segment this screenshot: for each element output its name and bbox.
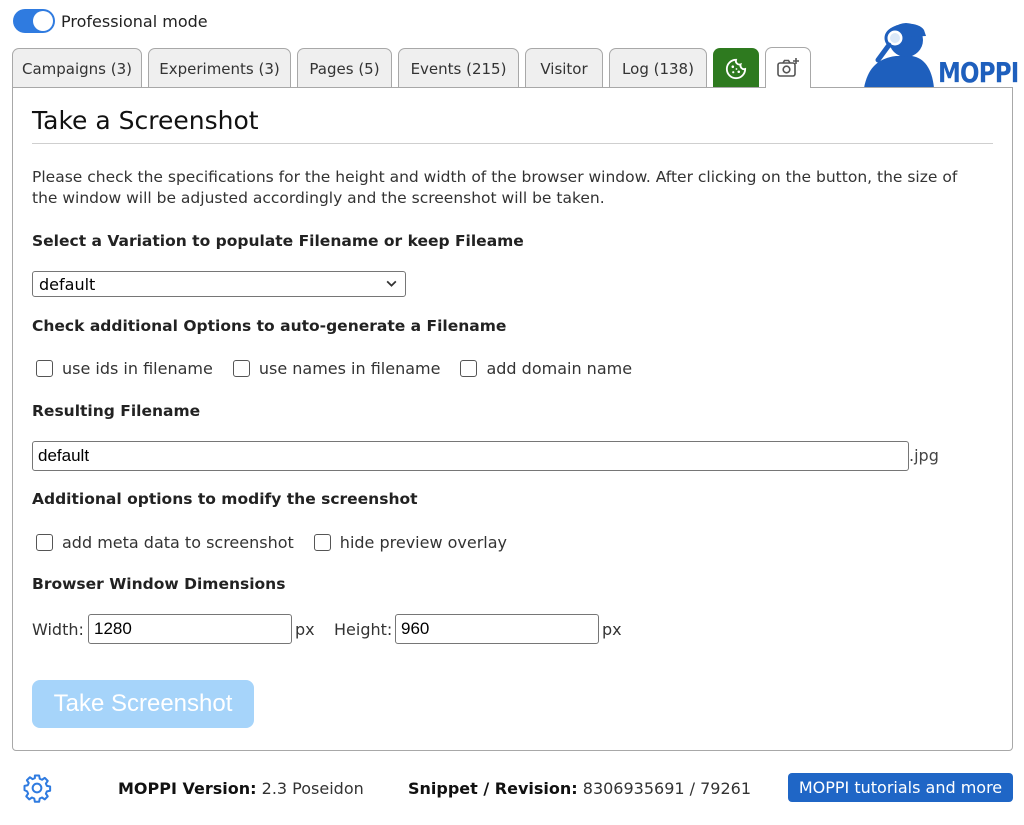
tab-log[interactable]: Log (138)	[609, 48, 707, 88]
page-title: Take a Screenshot	[32, 88, 993, 144]
version-label: MOPPI Version:	[118, 779, 257, 798]
cookie-icon	[725, 58, 747, 79]
modify-options: add meta data to screenshot hide preview…	[36, 533, 527, 552]
variation-label: Select a Variation to populate Filename …	[32, 232, 524, 250]
logo-wordmark: MOPPI	[938, 56, 1019, 89]
checkbox-use-names[interactable]	[232, 360, 250, 377]
tab-experiments[interactable]: Experiments (3)	[148, 48, 291, 88]
dimensions-label: Browser Window Dimensions	[32, 575, 286, 593]
toggle-knob	[33, 11, 53, 31]
moppi-logo: MOPPI	[860, 16, 1019, 89]
width-unit: px	[295, 620, 315, 639]
option-use-names[interactable]: use names in filename	[232, 359, 441, 378]
option-hide-overlay-label: hide preview overlay	[339, 533, 508, 552]
version-value: 2.3 Poseidon	[261, 779, 364, 798]
variation-selected-value: default	[39, 274, 96, 294]
height-unit: px	[602, 620, 622, 639]
tab-cookies[interactable]	[713, 48, 759, 88]
modify-label: Additional options to modify the screens…	[32, 490, 418, 508]
tab-campaigns[interactable]: Campaigns (3)	[12, 48, 142, 88]
width-input[interactable]: 1280	[88, 614, 292, 644]
professional-mode-toggle[interactable]: Professional mode	[13, 8, 208, 34]
option-use-ids-label: use ids in filename	[62, 359, 213, 378]
options-label: Check additional Options to auto-generat…	[32, 317, 507, 335]
filename-options: use ids in filename use names in filenam…	[36, 359, 652, 378]
option-domain-name-label: add domain name	[486, 359, 633, 378]
take-screenshot-button[interactable]: Take Screenshot	[32, 680, 254, 728]
filename-label: Resulting Filename	[32, 402, 201, 420]
toggle-switch[interactable]	[13, 9, 55, 33]
checkbox-meta-data[interactable]	[36, 534, 53, 551]
version-info: MOPPI Version: 2.3 Poseidon	[118, 779, 364, 798]
height-label: Height:	[334, 620, 393, 639]
option-use-ids[interactable]: use ids in filename	[36, 359, 213, 378]
variation-select[interactable]: default	[32, 271, 406, 297]
checkbox-domain-name[interactable]	[460, 360, 478, 377]
option-meta-data[interactable]: add meta data to screenshot	[36, 533, 294, 552]
filename-input[interactable]: default	[32, 441, 909, 471]
snippet-info: Snippet / Revision: 8306935691 / 79261	[408, 779, 751, 798]
option-use-names-label: use names in filename	[258, 359, 441, 378]
tab-pages[interactable]: Pages (5)	[297, 48, 392, 88]
height-input[interactable]: 960	[395, 614, 599, 644]
option-hide-overlay[interactable]: hide preview overlay	[313, 533, 508, 552]
checkbox-hide-overlay[interactable]	[313, 534, 331, 551]
tab-screenshot[interactable]	[765, 47, 811, 88]
chevron-down-icon	[385, 277, 398, 294]
width-label: Width:	[32, 620, 84, 639]
checkbox-use-ids[interactable]	[36, 360, 53, 377]
intro-text: Please check the specifications for the …	[32, 168, 958, 207]
screenshot-panel: Take a Screenshot Please check the speci…	[12, 87, 1013, 751]
professional-mode-label: Professional mode	[61, 11, 208, 31]
snippet-value: 8306935691 / 79261	[582, 779, 752, 798]
option-domain-name[interactable]: add domain name	[460, 359, 632, 378]
detective-mascot-icon	[864, 23, 934, 88]
tab-events[interactable]: Events (215)	[398, 48, 519, 88]
camera-plus-icon	[777, 58, 799, 77]
option-meta-data-label: add meta data to screenshot	[62, 533, 294, 552]
filename-suffix: .jpg	[909, 446, 939, 465]
snippet-label: Snippet / Revision:	[408, 779, 578, 798]
tab-bar: Campaigns (3) Experiments (3) Pages (5) …	[12, 47, 811, 88]
tab-visitor[interactable]: Visitor	[525, 48, 603, 88]
settings-gear-icon[interactable]	[22, 773, 52, 803]
tutorials-button[interactable]: MOPPI tutorials and more	[788, 773, 1013, 802]
